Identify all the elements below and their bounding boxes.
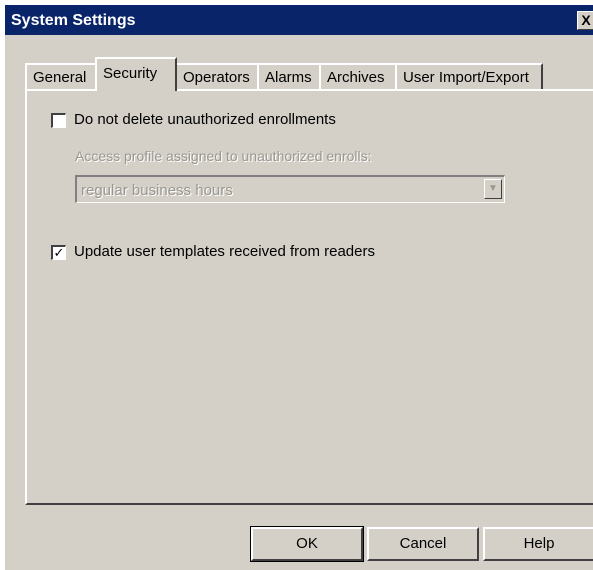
help-button[interactable]: Help <box>483 527 593 561</box>
access-profile-value: regular business hours <box>81 182 233 199</box>
access-profile-select[interactable]: regular business hours ▼ <box>75 175 505 203</box>
cancel-button[interactable]: Cancel <box>367 527 479 561</box>
title-bar[interactable]: System Settings X <box>5 5 593 35</box>
tab-security[interactable]: Security <box>95 57 177 91</box>
tab-user-import-export[interactable]: User Import/Export <box>395 63 543 90</box>
ok-button[interactable]: OK <box>250 526 364 562</box>
system-settings-dialog: System Settings X General Security Opera… <box>4 4 593 570</box>
update-templates-checkbox[interactable]: ✓ <box>51 245 66 260</box>
update-templates-label[interactable]: Update user templates received from read… <box>74 243 375 260</box>
access-profile-label: Access profile assigned to unauthorized … <box>75 148 372 164</box>
tab-general[interactable]: General <box>25 63 97 90</box>
do-not-delete-label[interactable]: Do not delete unauthorized enrollments <box>74 111 336 128</box>
close-icon[interactable]: X <box>577 11 593 30</box>
tab-operators[interactable]: Operators <box>175 63 259 90</box>
chevron-down-icon[interactable]: ▼ <box>484 179 502 199</box>
do-not-delete-checkbox[interactable] <box>51 113 66 128</box>
tab-alarms[interactable]: Alarms <box>257 63 321 90</box>
tab-archives[interactable]: Archives <box>319 63 397 90</box>
window-title: System Settings <box>11 12 136 29</box>
security-panel: Do not delete unauthorized enrollments A… <box>25 89 593 505</box>
